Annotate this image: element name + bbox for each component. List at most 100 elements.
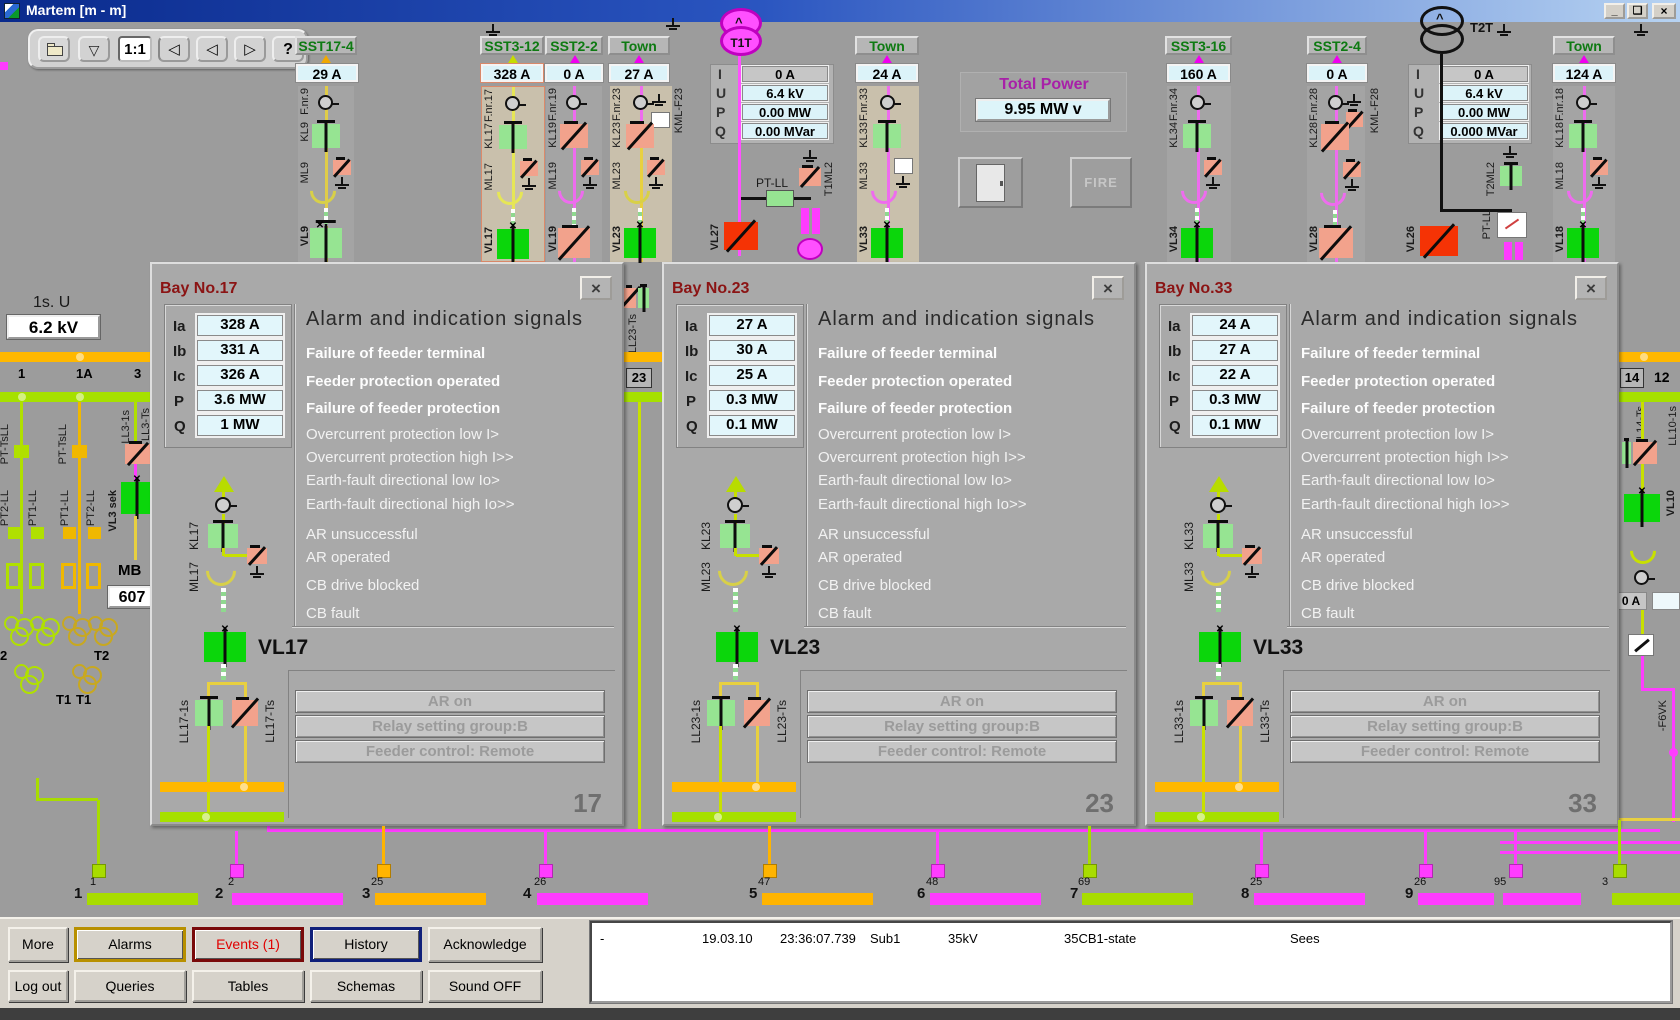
bay-header-sst17-4[interactable]: SST17-4 bbox=[295, 36, 357, 55]
sound-off-button[interactable]: Sound OFF bbox=[428, 970, 542, 1002]
ll-switch-open[interactable] bbox=[1633, 442, 1657, 464]
breaker-vl27-open[interactable] bbox=[724, 222, 758, 250]
relay-group-button[interactable]: Relay setting group:B bbox=[1290, 715, 1600, 738]
ar-on-button[interactable]: AR on bbox=[807, 690, 1117, 713]
close-icon[interactable]: × bbox=[1652, 3, 1676, 19]
earth-switch[interactable] bbox=[894, 158, 913, 174]
close-icon[interactable]: × bbox=[1092, 276, 1124, 300]
disconnector-closed[interactable] bbox=[208, 524, 238, 548]
u-label: U bbox=[716, 85, 726, 101]
breaker-closed[interactable] bbox=[871, 228, 903, 258]
fire-button[interactable]: FIRE bbox=[1070, 157, 1132, 208]
t2ml2-switch[interactable] bbox=[1500, 166, 1522, 186]
transformer-t2t[interactable] bbox=[1420, 24, 1464, 54]
earth-switch[interactable] bbox=[520, 161, 538, 176]
acknowledge-button[interactable]: Acknowledge bbox=[428, 927, 542, 962]
bay-header-town-18[interactable]: Town bbox=[1553, 36, 1615, 55]
feeder-control-button[interactable]: Feeder control: Remote bbox=[295, 740, 605, 763]
disconnector-closed[interactable] bbox=[1569, 124, 1597, 148]
earth-switch[interactable] bbox=[1242, 548, 1262, 564]
disconnector-open[interactable] bbox=[1321, 124, 1349, 150]
pt-ll-box[interactable] bbox=[766, 190, 794, 207]
breaker-closed[interactable] bbox=[1199, 632, 1241, 662]
alarms-button[interactable]: Alarms bbox=[74, 927, 186, 962]
feeder-control-button[interactable]: Feeder control: Remote bbox=[1290, 740, 1600, 763]
ar-on-button[interactable]: AR on bbox=[295, 690, 605, 713]
ar-on-button[interactable]: AR on bbox=[1290, 690, 1600, 713]
breaker-closed[interactable] bbox=[716, 632, 758, 662]
disconnector-closed[interactable] bbox=[1190, 700, 1218, 726]
disconnector-open[interactable] bbox=[560, 124, 588, 148]
breaker-vl26-open[interactable] bbox=[1420, 226, 1458, 256]
ll3-switch-open[interactable] bbox=[125, 444, 151, 464]
earth-switch[interactable] bbox=[759, 548, 779, 564]
open-folder-icon[interactable] bbox=[38, 36, 70, 62]
earth-switch[interactable] bbox=[1204, 160, 1222, 175]
earth-switch[interactable] bbox=[647, 160, 665, 175]
earth-switch[interactable] bbox=[1590, 160, 1608, 175]
bay-header-sst2-2[interactable]: SST2-2 bbox=[545, 36, 603, 55]
breaker-closed[interactable] bbox=[624, 228, 656, 258]
bay-header-town-23[interactable]: Town bbox=[608, 36, 670, 55]
logout-button[interactable]: Log out bbox=[8, 970, 68, 1002]
bay-header-sst3-16[interactable]: SST3-16 bbox=[1165, 36, 1232, 55]
t1ml2-switch[interactable] bbox=[799, 168, 821, 186]
breaker-closed[interactable] bbox=[1181, 228, 1213, 258]
earth-switch[interactable] bbox=[1343, 162, 1361, 177]
disconnector-open[interactable] bbox=[744, 700, 770, 726]
bay-header-sst2-4[interactable]: SST2-4 bbox=[1307, 36, 1367, 55]
meas-value-q: 0.1 MW bbox=[1192, 415, 1278, 436]
disconnector-open[interactable] bbox=[232, 700, 258, 726]
disconnector-closed[interactable] bbox=[707, 700, 735, 726]
prev-page-button[interactable]: ◁ bbox=[196, 36, 228, 62]
maximize-icon[interactable]: ❏ bbox=[1627, 3, 1648, 19]
close-icon[interactable]: × bbox=[1575, 276, 1607, 300]
bay-header-town-33[interactable]: Town bbox=[855, 36, 919, 55]
earth-switch[interactable] bbox=[247, 548, 267, 564]
separator bbox=[292, 626, 614, 628]
events-button[interactable]: Events (1) bbox=[192, 927, 304, 962]
relay-group-button[interactable]: Relay setting group:B bbox=[807, 715, 1117, 738]
tables-button[interactable]: Tables bbox=[192, 970, 304, 1002]
disconnector-closed[interactable] bbox=[873, 124, 901, 148]
disconnector-closed[interactable] bbox=[1203, 524, 1233, 548]
schemas-button[interactable]: Schemas bbox=[310, 970, 422, 1002]
relay-group-button[interactable]: Relay setting group:B bbox=[295, 715, 605, 738]
queries-button[interactable]: Queries bbox=[74, 970, 186, 1002]
earth-switch[interactable] bbox=[581, 160, 599, 175]
disconnector-closed[interactable] bbox=[195, 700, 223, 726]
first-page-button[interactable]: ◁ bbox=[158, 36, 190, 62]
disconnector-open[interactable] bbox=[1227, 700, 1253, 726]
disconnector-box[interactable] bbox=[1628, 634, 1654, 656]
breaker-open[interactable] bbox=[1319, 228, 1353, 258]
bay-header-sst3-12[interactable]: SST3-12 bbox=[480, 36, 544, 55]
transformer-t1t[interactable]: T1T bbox=[720, 26, 762, 56]
feeder-junction-box[interactable] bbox=[1613, 864, 1627, 878]
feeder-control-button[interactable]: Feeder control: Remote bbox=[807, 740, 1117, 763]
close-icon[interactable]: × bbox=[580, 276, 612, 300]
earth-switch[interactable] bbox=[333, 160, 351, 175]
disconnector-closed[interactable] bbox=[1183, 124, 1211, 148]
breaker-closed[interactable] bbox=[1567, 228, 1599, 258]
feeder-junction-box[interactable] bbox=[1509, 864, 1523, 878]
breaker-closed[interactable] bbox=[497, 229, 529, 259]
breaker-open[interactable] bbox=[558, 228, 590, 258]
more-button[interactable]: More bbox=[8, 927, 68, 962]
next-page-button[interactable]: ▷ bbox=[234, 36, 266, 62]
disconnector-closed[interactable] bbox=[312, 124, 340, 148]
zoom-1-1-button[interactable]: 1:1 bbox=[118, 36, 152, 62]
breaker-vl3[interactable] bbox=[121, 482, 153, 514]
disconnector-open[interactable] bbox=[626, 124, 654, 148]
door-button[interactable] bbox=[958, 157, 1023, 208]
breaker-closed[interactable] bbox=[204, 632, 246, 662]
minimize-icon[interactable]: _ bbox=[1604, 3, 1625, 19]
disconnector-closed[interactable] bbox=[720, 524, 750, 548]
breaker-vl10[interactable] bbox=[1624, 494, 1660, 522]
vl26-label: VL26 bbox=[1406, 226, 1417, 252]
collapse-button[interactable]: ▽ bbox=[78, 36, 110, 62]
history-button[interactable]: History bbox=[310, 927, 422, 962]
disconnector-closed[interactable] bbox=[499, 125, 527, 149]
pt-ll-box[interactable] bbox=[1497, 212, 1527, 238]
breaker-closed[interactable] bbox=[310, 228, 342, 258]
event-log[interactable]: - 19.03.10 23:36:07.739 Sub1 35kV 35CB1-… bbox=[590, 921, 1672, 1003]
